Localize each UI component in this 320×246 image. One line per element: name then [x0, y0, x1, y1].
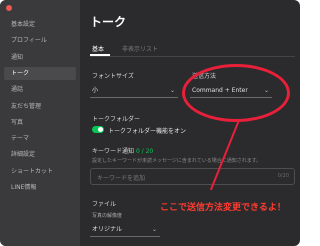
keyword-placeholder: キーワードを追加 — [97, 175, 146, 182]
settings-window: 基本設定 プロフィール 通知 トーク 通話 友だち管理 写真 テーマ 詳細設定 ショートカット LI… — [0, 0, 300, 246]
talk-folder-toggle[interactable] — [92, 126, 104, 133]
sidebar-item[interactable]: トーク — [4, 66, 76, 80]
annotation-text: ここで送信方法変更できるよ！ — [160, 203, 286, 213]
page-title: トーク — [90, 15, 127, 29]
highlight-circle — [182, 64, 290, 122]
keyword-notify-label: キーワード通知 0 / 20 — [92, 148, 154, 155]
keyword-char-count: 0/20 — [277, 173, 289, 179]
chevron-down-icon: ⌄ — [169, 87, 175, 94]
sidebar-item[interactable]: 基本設定 — [4, 18, 76, 31]
sidebar-item[interactable]: 通知 — [4, 51, 76, 64]
font-size-select[interactable]: 小 ⌄ — [90, 84, 178, 98]
sidebar-item[interactable]: テーマ — [4, 132, 76, 145]
keyword-count: 0 / 20 — [135, 148, 154, 155]
sidebar-item[interactable]: LINE情報 — [4, 181, 76, 194]
tab-hidden-list[interactable]: 非表示リスト — [122, 44, 158, 53]
keyword-input[interactable]: キーワードを追加 0/20 — [90, 168, 295, 185]
photo-resolution-label: 写真の解像度 — [92, 213, 123, 219]
sidebar-item[interactable]: 写真 — [4, 116, 76, 129]
sidebar-item[interactable]: 通話 — [4, 83, 76, 96]
close-window-button[interactable] — [6, 5, 12, 11]
font-size-value: 小 — [92, 87, 99, 94]
tab-basic[interactable]: 基本 — [92, 44, 104, 53]
tab-divider — [90, 56, 295, 57]
sidebar: 基本設定プロフィール 通知トーク通話友だち管理写真テーマ詳細設定ショートカット LI… — [0, 0, 80, 246]
keyword-notify-description: 設定したキーワードが未読メッセージに含まれている場合に通知されます。 — [92, 158, 262, 164]
sidebar-item[interactable]: プロフィール — [4, 34, 76, 47]
sidebar-item[interactable]: ショートカット — [4, 165, 76, 178]
talk-folder-label: トークフォルダー — [92, 116, 141, 123]
talk-folder-toggle-label: トークフォルダー機能をオン — [108, 128, 187, 135]
toggle-knob — [98, 127, 103, 132]
font-size-label: フォントサイズ — [92, 73, 134, 80]
photo-resolution-value: オリジナル — [92, 226, 123, 233]
file-label: ファイル — [92, 201, 117, 208]
chevron-down-icon: ⌄ — [151, 226, 157, 233]
photo-resolution-select[interactable]: オリジナル ⌄ — [90, 223, 160, 237]
sidebar-item[interactable]: 詳細設定 — [4, 148, 76, 161]
sidebar-item[interactable]: 友だち管理 — [4, 100, 76, 113]
